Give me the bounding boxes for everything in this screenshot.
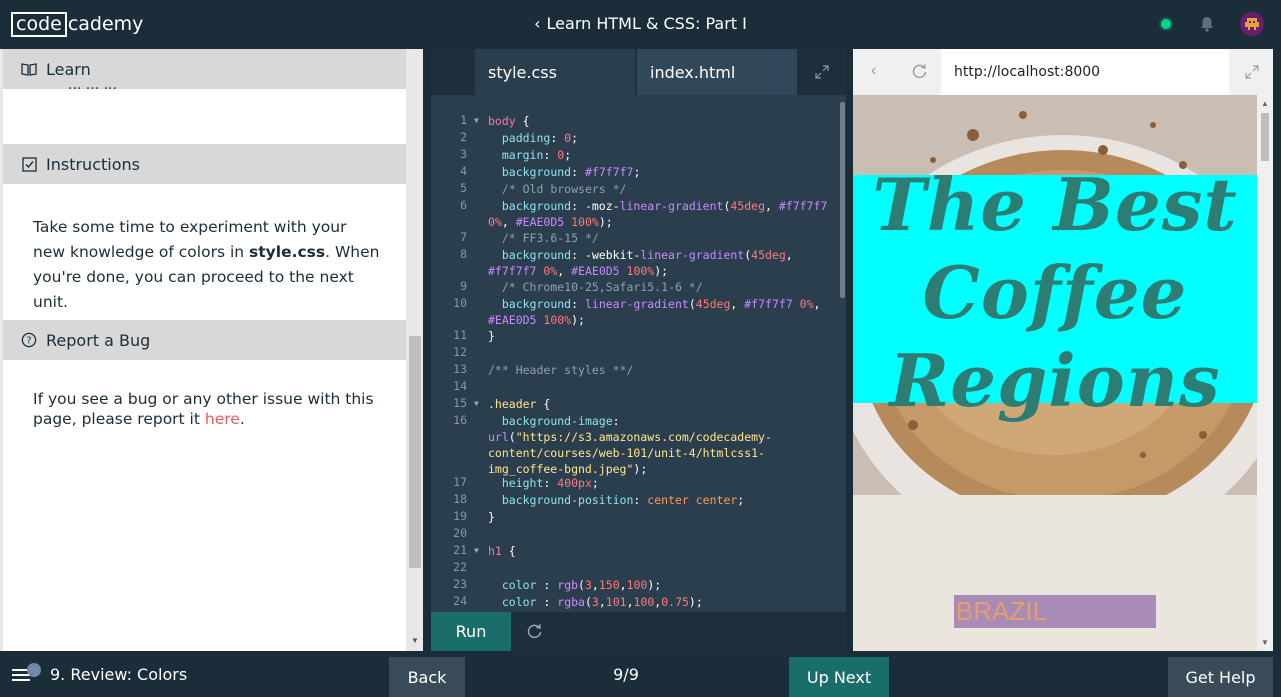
code-content[interactable]: 1 ▼ body { 2 padding: 0; 3 margin: 0; 4 ba… — [431, 111, 839, 609]
run-button[interactable]: Run — [431, 612, 511, 651]
url-text: http://localhost:8000 — [954, 64, 1101, 80]
tab-style-css[interactable]: style.css — [475, 49, 635, 95]
browser-scrollbar[interactable]: ▲ ▼ — [1257, 95, 1273, 651]
get-help-button[interactable]: Get Help — [1168, 657, 1273, 697]
learn-section-label: Learn — [46, 59, 91, 79]
report-bug-section-header[interactable]: ? Report a Bug — [3, 320, 406, 360]
page-counter: 9/9 — [613, 665, 639, 684]
run-button-label: Run — [455, 622, 487, 641]
tab-index-html[interactable]: index.html — [637, 49, 797, 95]
run-bar: Run — [431, 612, 846, 651]
report-bug-link[interactable]: here — [205, 410, 240, 428]
lesson-title[interactable]: 9. Review: Colors — [50, 665, 187, 684]
back-button[interactable]: Back — [389, 657, 465, 697]
book-icon — [20, 60, 38, 78]
reload-icon[interactable] — [911, 63, 928, 80]
tab-index-html-label: index.html — [650, 62, 736, 82]
instructions-section-header[interactable]: Instructions — [3, 144, 406, 184]
back-arrow-icon[interactable]: ‹ — [871, 62, 876, 80]
chevron-left-icon: ‹ — [534, 14, 541, 33]
notification-dot — [27, 663, 41, 677]
instructions-scrollbar-thumb[interactable] — [409, 336, 421, 568]
bug-text-end: . — [239, 410, 245, 428]
expand-editor-icon[interactable] — [814, 64, 830, 80]
bell-icon[interactable] — [1198, 15, 1216, 33]
instructions-section-label: Instructions — [46, 154, 140, 174]
checkbox-icon — [20, 155, 38, 173]
instructions-text: Take some time to experiment with your n… — [33, 215, 383, 315]
url-field[interactable]: http://localhost:8000 — [941, 49, 1229, 95]
avatar-monster-icon — [1245, 18, 1259, 30]
course-title[interactable]: ‹ Learn HTML & CSS: Part I — [0, 14, 1281, 33]
course-title-text: Learn HTML & CSS: Part I — [546, 14, 747, 33]
scroll-down-icon[interactable]: ▼ — [1261, 638, 1269, 647]
code-editor: style.css index.html 1 ▼ body { 2 padding:… — [431, 49, 846, 651]
get-help-label: Get Help — [1185, 667, 1256, 687]
editor-scrollbar-thumb[interactable] — [840, 102, 845, 298]
top-bar: code cademy ‹ Learn HTML & CSS: Part I — [0, 0, 1281, 49]
browser-scrollbar-thumb[interactable] — [1261, 113, 1269, 161]
back-button-label: Back — [407, 667, 447, 687]
up-next-label: Up Next — [806, 667, 872, 687]
bottom-bar: 9. Review: Colors Back 9/9 Up Next Get H… — [0, 651, 1281, 697]
editor-tabs: style.css index.html — [431, 49, 846, 95]
page-headline: The Best Coffee Regions — [872, 162, 1238, 423]
tab-style-css-label: style.css — [488, 62, 557, 82]
reset-icon[interactable] — [526, 623, 543, 640]
instructions-filename: style.css — [249, 243, 326, 261]
bug-text: If you see a bug or any other issue with… — [33, 389, 383, 429]
bug-text-body: If you see a bug or any other issue with… — [33, 390, 374, 428]
learn-section-header[interactable]: Learn — [3, 49, 406, 89]
scroll-down-icon[interactable]: ▼ — [411, 636, 419, 645]
instructions-scroll-area[interactable]: Learn ... ... ... Instructions Take some… — [3, 49, 406, 651]
editor-scrollbar[interactable] — [839, 99, 846, 609]
expand-browser-icon[interactable] — [1244, 64, 1260, 80]
instructions-panel: Learn ... ... ... Instructions Take some… — [0, 49, 423, 651]
svg-text:?: ? — [26, 336, 31, 347]
scroll-up-icon[interactable]: ▲ — [1261, 99, 1269, 108]
brazil-heading: BRAZIL — [954, 595, 1156, 628]
question-circle-icon: ? — [20, 331, 38, 349]
truncated-learn-text: ... ... ... — [68, 77, 117, 93]
rendered-page[interactable]: The Best Coffee Regions BRAZIL — [853, 95, 1257, 651]
browser-url-bar: ‹ http://localhost:8000 — [853, 49, 1273, 95]
instructions-scrollbar[interactable]: ▼ — [408, 49, 423, 651]
up-next-button[interactable]: Up Next — [789, 657, 889, 697]
browser-preview: ‹ http://localhost:8000 The Best Coffee … — [853, 49, 1273, 651]
report-bug-label: Report a Bug — [46, 330, 151, 350]
avatar[interactable] — [1240, 12, 1264, 36]
online-status-indicator — [1161, 19, 1171, 29]
